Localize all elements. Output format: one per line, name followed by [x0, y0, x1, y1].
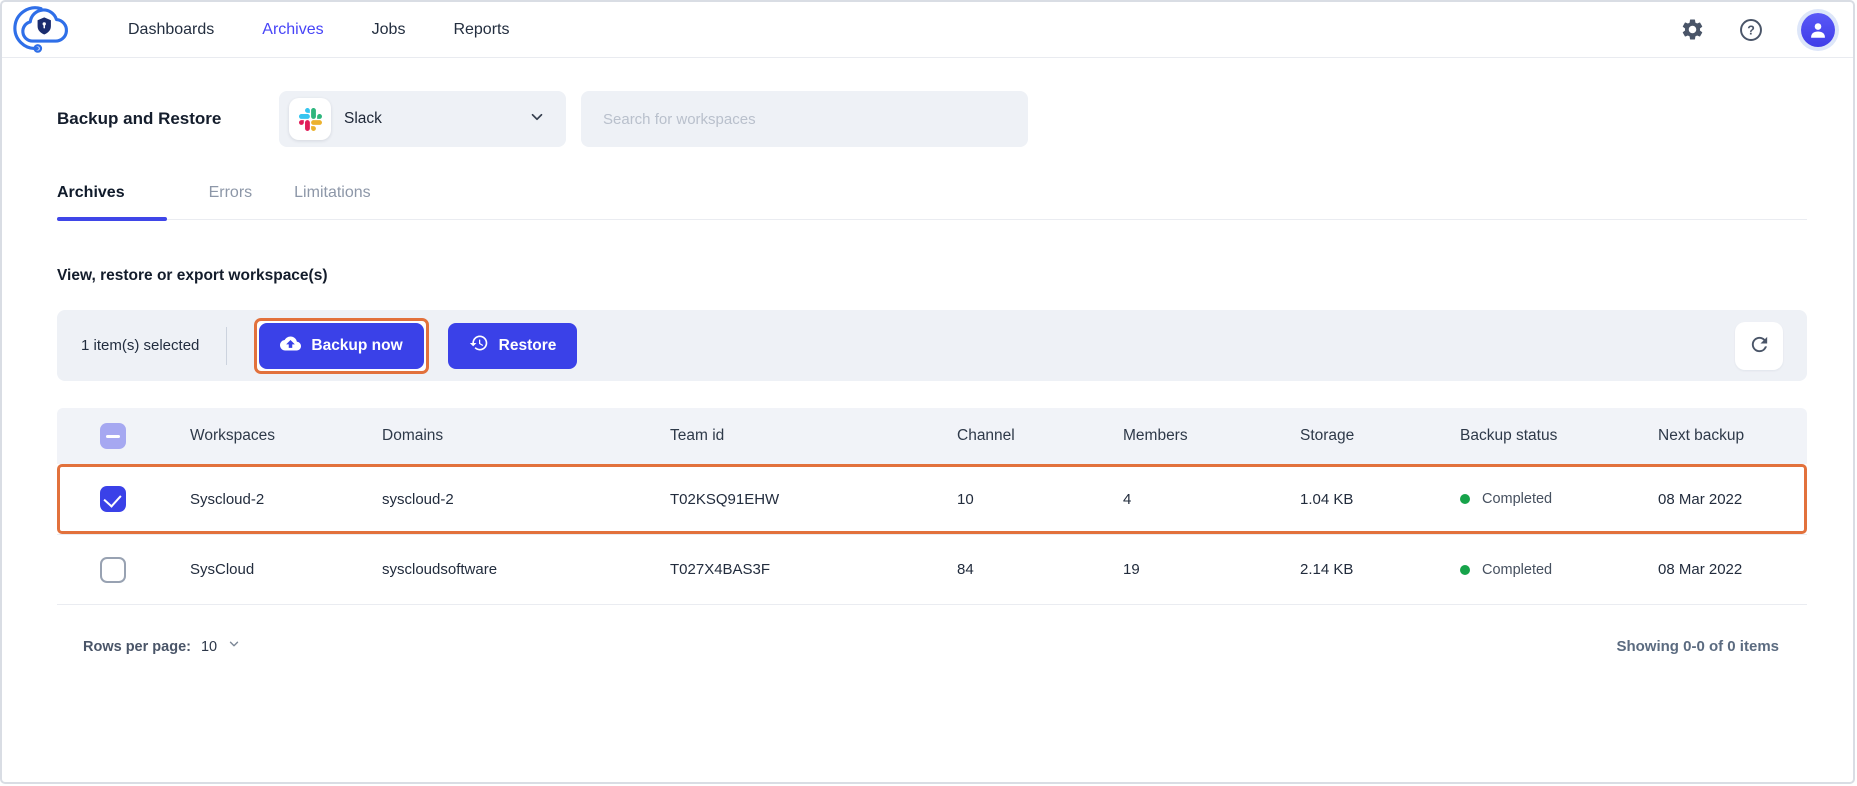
members-count-link[interactable]: 4	[1085, 491, 1262, 508]
team-id-value: T027X4BAS3F	[632, 561, 919, 578]
app-selector-value: Slack	[344, 110, 382, 128]
backup-now-label: Backup now	[311, 337, 402, 355]
status-dot-icon	[1460, 565, 1470, 575]
tab-limitations[interactable]: Limitations	[294, 184, 370, 219]
svg-text:?: ?	[1747, 23, 1755, 37]
chevron-down-icon	[227, 637, 241, 656]
workspaces-table: Workspaces Domains Team id Channel Membe…	[57, 408, 1807, 688]
table-footer: Rows per page: 10 Showing 0-0 of 0 items	[57, 604, 1807, 688]
channel-count: 84	[919, 561, 1085, 578]
table-row-syscloud[interactable]: SysCloud syscloudsoftware T027X4BAS3F 84…	[57, 534, 1807, 604]
status-dot-icon	[1460, 494, 1470, 504]
showing-items-text: Showing 0-0 of 0 items	[1616, 638, 1779, 655]
tab-errors[interactable]: Errors	[209, 184, 253, 219]
backup-status-cell: Completed	[1422, 491, 1620, 507]
cloud-upload-icon	[280, 333, 301, 359]
workspace-link[interactable]: Syscloud-2	[152, 491, 344, 508]
search-input[interactable]	[581, 91, 1028, 147]
nav-archives[interactable]: Archives	[262, 21, 323, 39]
rows-per-page-dropdown[interactable]: Rows per page: 10	[83, 637, 241, 656]
user-avatar[interactable]	[1801, 13, 1835, 47]
top-navbar: Dashboards Archives Jobs Reports ?	[2, 2, 1853, 58]
rows-per-page-label: Rows per page:	[83, 639, 191, 655]
syscloud-logo-icon[interactable]	[12, 4, 70, 54]
next-backup-value: 08 Mar 2022	[1620, 491, 1807, 508]
domain-value: syscloudsoftware	[344, 561, 632, 578]
next-backup-value: 08 Mar 2022	[1620, 561, 1807, 578]
backup-now-highlight: Backup now	[254, 318, 428, 374]
workspace-link[interactable]: SysCloud	[152, 561, 344, 578]
page-header: Backup and Restore Slack	[57, 91, 1807, 147]
selection-count: 1 item(s) selected	[81, 337, 199, 354]
actions-toolbar: 1 item(s) selected Backup now	[57, 310, 1807, 381]
row-checkbox[interactable]	[100, 486, 126, 512]
members-count-link[interactable]: 19	[1085, 561, 1262, 578]
rows-per-page-value: 10	[201, 639, 217, 655]
status-text: Completed	[1482, 491, 1552, 507]
app-selector-dropdown[interactable]: Slack	[279, 91, 566, 147]
nav-jobs[interactable]: Jobs	[372, 21, 406, 39]
nav-right-icons: ?	[1679, 13, 1835, 47]
col-workspaces: Workspaces	[152, 427, 344, 445]
table-header-row: Workspaces Domains Team id Channel Membe…	[57, 408, 1807, 464]
section-title: View, restore or export workspace(s)	[57, 267, 1807, 285]
col-storage: Storage	[1262, 427, 1422, 445]
channel-count: 10	[919, 491, 1085, 508]
divider	[226, 327, 227, 365]
col-members: Members	[1085, 427, 1262, 445]
domain-value: syscloud-2	[344, 491, 632, 508]
col-channel: Channel	[919, 427, 1085, 445]
col-domains: Domains	[344, 427, 632, 445]
refresh-button[interactable]	[1735, 322, 1783, 370]
slack-logo-icon	[289, 98, 331, 140]
col-next-backup: Next backup	[1620, 427, 1807, 445]
chevron-down-icon	[528, 108, 546, 131]
workspace-search	[581, 91, 1028, 147]
backup-now-button[interactable]: Backup now	[259, 323, 423, 369]
status-text: Completed	[1482, 562, 1552, 578]
restore-button[interactable]: Restore	[448, 323, 578, 369]
storage-value: 2.14 KB	[1262, 561, 1422, 578]
col-team-id: Team id	[632, 427, 919, 445]
help-icon[interactable]: ?	[1738, 17, 1764, 43]
backup-status-cell: Completed	[1422, 562, 1620, 578]
nav-reports[interactable]: Reports	[453, 21, 509, 39]
page-title: Backup and Restore	[57, 109, 279, 129]
nav-dashboards[interactable]: Dashboards	[128, 21, 214, 39]
select-all-checkbox[interactable]	[100, 423, 126, 449]
team-id-value: T02KSQ91EHW	[632, 491, 919, 508]
nav-links: Dashboards Archives Jobs Reports	[128, 21, 509, 39]
storage-value: 1.04 KB	[1262, 491, 1422, 508]
tab-archives[interactable]: Archives	[57, 184, 167, 219]
restore-label: Restore	[499, 337, 557, 355]
history-icon	[469, 333, 489, 358]
row-checkbox[interactable]	[100, 557, 126, 583]
settings-gear-icon[interactable]	[1679, 17, 1705, 43]
refresh-icon	[1748, 333, 1771, 359]
table-row-syscloud-2[interactable]: Syscloud-2 syscloud-2 T02KSQ91EHW 10 4 1…	[57, 464, 1807, 534]
tab-bar: Archives Errors Limitations	[57, 184, 1807, 220]
col-backup-status: Backup status	[1422, 427, 1620, 445]
app-window: Dashboards Archives Jobs Reports ?	[0, 0, 1855, 784]
